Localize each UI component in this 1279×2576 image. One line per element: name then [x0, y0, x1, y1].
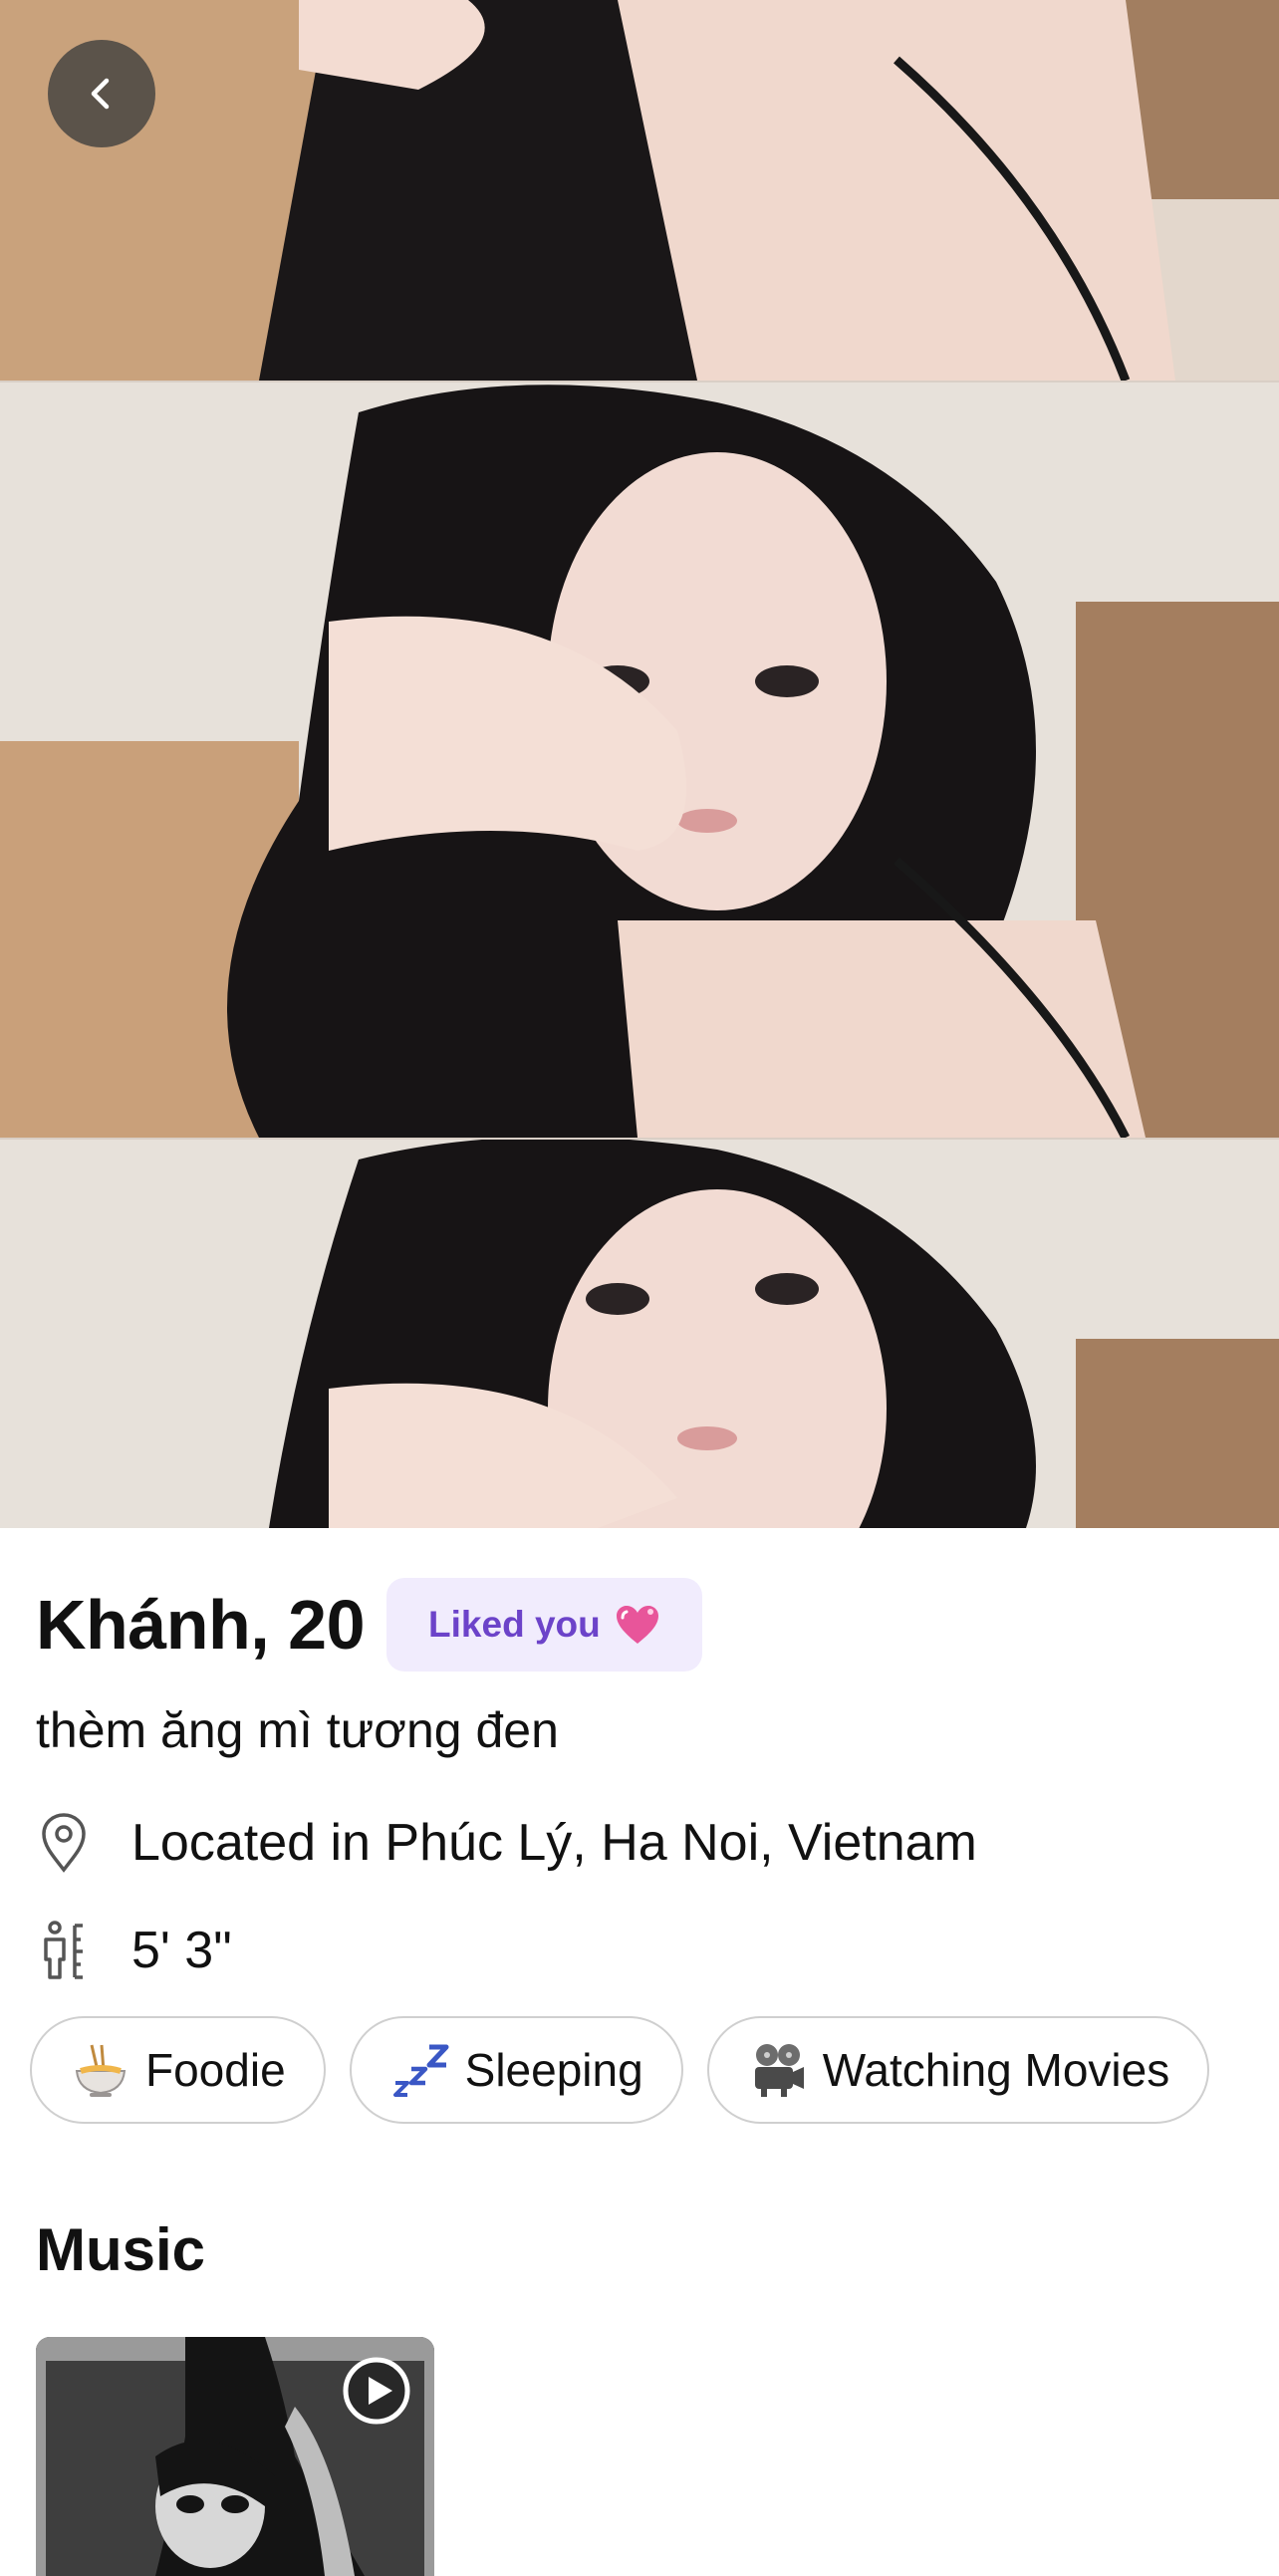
- profile-photo: [0, 0, 1279, 381]
- interests-list: Foodie Sleeping Watching Movies: [30, 2016, 1210, 2124]
- liked-badge-label: Liked you: [428, 1604, 601, 1645]
- zzz-icon: [391, 2041, 449, 2099]
- heart-icon: [616, 1606, 658, 1644]
- music-section-title: Music: [36, 2216, 206, 2283]
- music-track-card[interactable]: [36, 2337, 434, 2576]
- interest-label: Sleeping: [464, 2044, 643, 2096]
- liked-you-badge: Liked you: [386, 1578, 702, 1672]
- interest-label: Watching Movies: [822, 2044, 1170, 2096]
- interest-chip-foodie[interactable]: Foodie: [30, 2016, 326, 2124]
- height-row: 5' 3": [36, 1911, 232, 1990]
- location-row: Located in Phúc Lý, Ha Noi, Vietnam: [36, 1803, 977, 1883]
- interest-chip-sleeping[interactable]: Sleeping: [349, 2016, 683, 2124]
- profile-photo-carousel[interactable]: [0, 0, 1279, 1528]
- back-button[interactable]: [48, 40, 155, 147]
- noodle-bowl-icon: [72, 2041, 129, 2099]
- interest-label: Foodie: [145, 2044, 286, 2096]
- back-arrow-icon: [91, 78, 110, 110]
- profile-bio: thèm ăng mì tương đen: [36, 1702, 559, 1758]
- film-projector-icon: [749, 2041, 807, 2099]
- play-icon[interactable]: [341, 2355, 412, 2427]
- height-text: 5' 3": [131, 1922, 232, 1979]
- profile-name-age: Khánh, 20: [36, 1586, 366, 1664]
- location-pin-icon: [36, 1812, 92, 1874]
- profile-photo: [0, 1140, 1279, 1528]
- location-text: Located in Phúc Lý, Ha Noi, Vietnam: [131, 1814, 977, 1872]
- name-row: Khánh, 20 Liked you: [36, 1570, 702, 1679]
- interest-chip-watching-movies[interactable]: Watching Movies: [706, 2016, 1210, 2124]
- height-person-icon: [36, 1920, 92, 1981]
- profile-photo: [0, 383, 1279, 1138]
